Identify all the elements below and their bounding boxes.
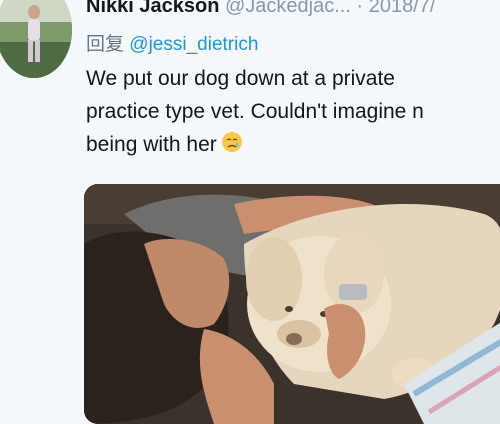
tweet-photo[interactable] (84, 184, 500, 424)
avatar[interactable] (0, 0, 72, 78)
tweet-line: We put our dog down at a private (86, 67, 395, 90)
tweet-line: practice type vet. Couldn't imagine n (86, 100, 424, 123)
crying-face-icon (221, 132, 242, 152)
tweet-line-text: being with her (86, 133, 217, 156)
reply-mention-link[interactable]: @jessi_dietrich (129, 34, 258, 55)
tweet-body: We put our dog down at a private practic… (86, 62, 500, 161)
tweet-line-last: being with her (86, 128, 500, 161)
reply-context: 回复 @jessi_dietrich (86, 29, 258, 56)
photo-image (84, 184, 500, 424)
reply-prefix: 回复 (86, 34, 125, 55)
separator-dot: · (356, 0, 364, 17)
avatar-photo (0, 0, 72, 78)
tweet-date[interactable]: 2018/7/ (369, 0, 436, 17)
author-name[interactable]: Nikki Jackson (86, 0, 219, 17)
author-handle[interactable]: @Jackedjac... (225, 0, 351, 17)
tweet-header: Nikki Jackson @Jackedjac... · 2018/7/ (86, 0, 435, 18)
